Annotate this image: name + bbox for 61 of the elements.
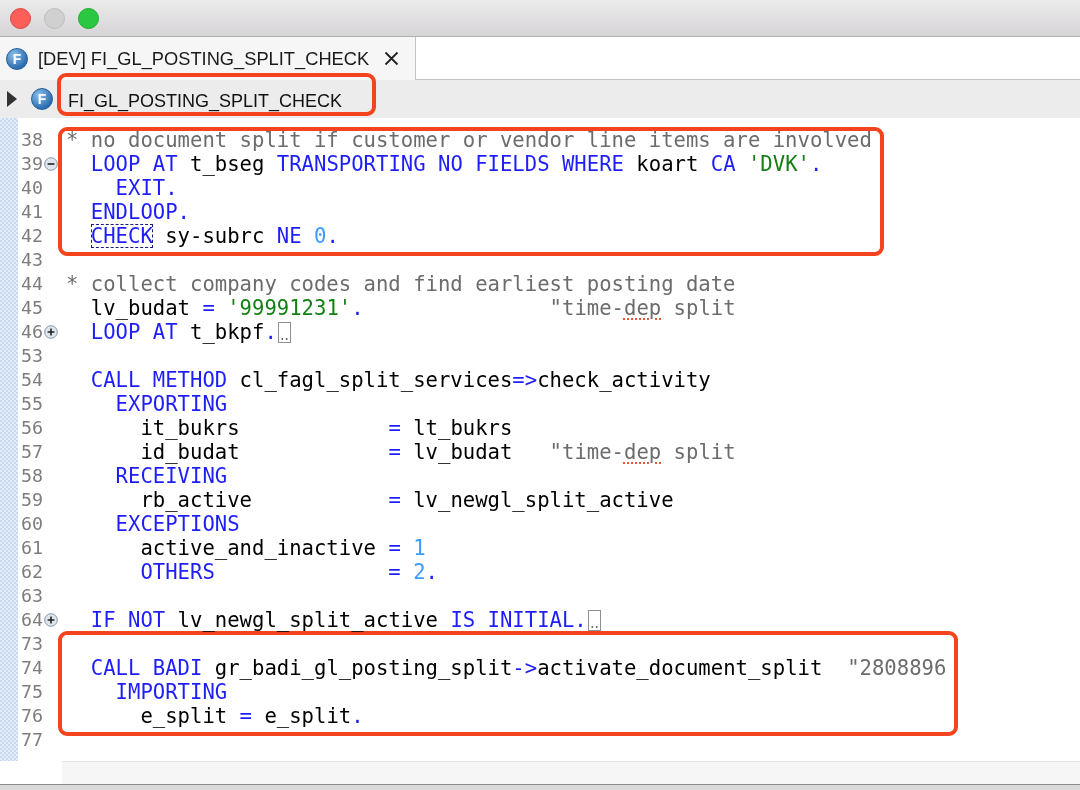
code-line: active_and_inactive = 1 — [139, 536, 426, 560]
line-number: 62 — [20, 560, 43, 584]
line-number: 39 — [20, 152, 43, 176]
line-number: 61 — [20, 536, 43, 560]
line-number: 43 — [20, 248, 43, 272]
collapse-icon[interactable] — [44, 157, 58, 171]
line-number: 58 — [20, 464, 43, 488]
code-line: EXIT. — [114, 176, 178, 200]
code-line: CALL METHOD cl_fagl_split_services=>check_activity — [89, 368, 711, 392]
line-number: 76 — [20, 704, 43, 728]
line-number: 54 — [20, 368, 43, 392]
ellipsis-box-icon[interactable] — [587, 609, 601, 631]
line-number: 53 — [20, 344, 43, 368]
line-number: 57 — [20, 440, 43, 464]
ellipsis-box-icon[interactable] — [277, 321, 291, 343]
code-line: IF NOT lv_newgl_split_active IS INITIAL. — [89, 608, 587, 632]
code-line: CHECK sy-subrc NE 0. — [89, 224, 339, 248]
code-line: ENDLOOP. — [89, 200, 190, 224]
code-line: OTHERS = 2. — [139, 560, 438, 584]
code-line: it_bukrs = lt_bukrs — [139, 416, 513, 440]
horizontal-scrollbar[interactable] — [62, 761, 1080, 784]
line-number: 75 — [20, 680, 43, 704]
code-line: IMPORTING — [114, 680, 228, 704]
line-number: 45 — [20, 296, 43, 320]
line-number: 64 — [20, 608, 43, 632]
line-number: 42 — [20, 224, 43, 248]
breadcrumb-label[interactable]: FI_GL_POSTING_SPLIT_CHECK — [68, 89, 343, 112]
object-type-badge: F — [31, 88, 53, 110]
code-line: LOOP AT t_bkpf. — [89, 320, 277, 344]
object-type-badge: F — [6, 47, 28, 70]
code-line: lv_budat = '99991231'. "time-dep split — [89, 296, 736, 320]
line-number: 63 — [20, 584, 43, 608]
line-number: 55 — [20, 392, 43, 416]
line-number: 59 — [20, 488, 43, 512]
window-close-button[interactable] — [10, 7, 31, 29]
code-line: id_budat = lv_budat "time-dep split — [139, 440, 736, 464]
close-icon[interactable] — [384, 51, 400, 66]
line-number: 73 — [20, 632, 43, 656]
code-line: LOOP AT t_bseg TRANSPORTING NO FIELDS WHERE koart CA 'DVK'. — [89, 152, 823, 176]
code-line: e_split = e_split. — [139, 704, 364, 728]
code-line: EXCEPTIONS — [114, 512, 240, 536]
code-line: rb_active = lv_newgl_split_active — [139, 488, 674, 512]
window-zoom-button[interactable] — [78, 7, 99, 29]
line-number: 46 — [20, 320, 43, 344]
line-number: 56 — [20, 416, 43, 440]
code-line: * no document split if customer or vendor line items are involved — [66, 128, 872, 152]
code-line: RECEIVING — [114, 464, 228, 488]
line-number: 40 — [20, 176, 43, 200]
line-number: 41 — [20, 200, 43, 224]
line-number: 60 — [20, 512, 43, 536]
code-line: CALL BADI gr_badi_gl_posting_split->activate_document_split "2808896 — [89, 656, 947, 680]
expand-icon[interactable] — [44, 613, 58, 627]
expand-icon[interactable] — [44, 325, 58, 339]
caret-right-icon[interactable] — [6, 91, 18, 107]
line-number: 44 — [20, 272, 43, 296]
editor-tab[interactable]: F [DEV] FI_GL_POSTING_SPLIT_CHECK — [0, 37, 416, 80]
line-number: 77 — [20, 728, 43, 752]
line-number: 38 — [20, 128, 43, 152]
code-line: EXPORTING — [114, 392, 228, 416]
code-line: * collect company codes and find earliest posting date — [66, 272, 736, 296]
line-number: 74 — [20, 656, 43, 680]
